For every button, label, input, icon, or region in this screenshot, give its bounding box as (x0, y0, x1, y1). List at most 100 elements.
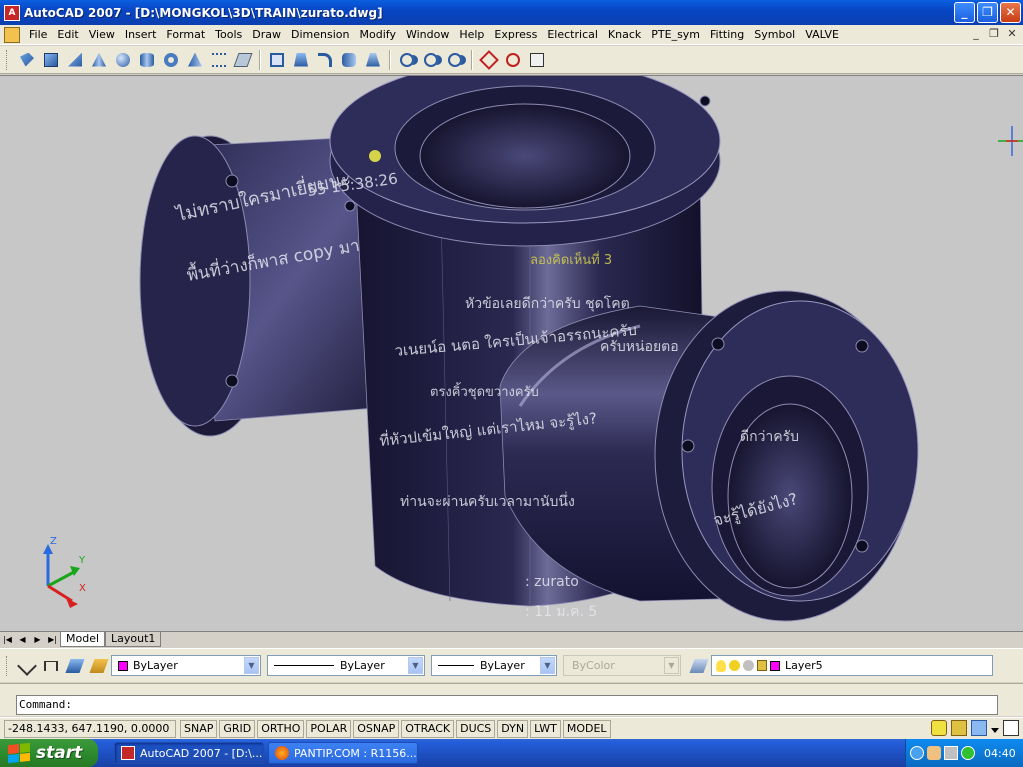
cylinder-icon[interactable] (136, 49, 158, 71)
model-toggle[interactable]: MODEL (562, 719, 611, 738)
menu-electrical[interactable]: Electrical (542, 25, 603, 45)
doc-close-button[interactable]: ✕ (1005, 27, 1019, 41)
polar-toggle[interactable]: POLAR (306, 719, 352, 738)
doc-minimize-button[interactable]: _ (969, 27, 983, 41)
layer-manager-icon[interactable] (688, 655, 710, 677)
wedge-icon[interactable] (64, 49, 86, 71)
menu-insert[interactable]: Insert (120, 25, 162, 45)
ducs-toggle[interactable]: DUCS (456, 719, 496, 738)
taskbar-item-autocad[interactable]: AutoCAD 2007 - [D:\... (114, 742, 264, 764)
task-label: AutoCAD 2007 - [D:\... (140, 746, 263, 760)
chevron-down-icon[interactable]: ▼ (540, 657, 555, 674)
annotation-icon[interactable] (971, 720, 987, 736)
extrude-icon[interactable] (266, 49, 288, 71)
menu-view[interactable]: View (84, 25, 120, 45)
loft-icon[interactable] (362, 49, 384, 71)
prev-tab-arrow[interactable]: ◀ (15, 633, 30, 647)
presspull-icon[interactable] (290, 49, 312, 71)
menu-help[interactable]: Help (454, 25, 489, 45)
chevron-down-icon[interactable] (991, 728, 999, 733)
menu-symbol[interactable]: Symbol (749, 25, 800, 45)
layers-icon[interactable] (88, 655, 110, 677)
grid-toggle[interactable]: GRID (219, 719, 256, 738)
autocad-app-icon[interactable]: A (4, 4, 20, 21)
pyramid-icon[interactable] (184, 49, 206, 71)
start-label: start (36, 743, 83, 763)
status-green-icon[interactable] (961, 746, 975, 760)
menu-modify[interactable]: Modify (355, 25, 401, 45)
layer-control[interactable]: Layer5 (711, 655, 993, 676)
menu-window[interactable]: Window (401, 25, 454, 45)
expand-tray-icon[interactable] (910, 746, 924, 760)
3d-move-icon[interactable] (478, 49, 500, 71)
menu-express[interactable]: Express (489, 25, 542, 45)
ortho-toggle[interactable]: ORTHO (257, 719, 305, 738)
document-icon[interactable] (4, 26, 20, 43)
tab-layout1[interactable]: Layout1 (105, 632, 162, 647)
snap-toggle[interactable]: SNAP (180, 719, 218, 738)
box-icon[interactable] (40, 49, 62, 71)
menu-pte-sym[interactable]: PTE_sym (646, 25, 705, 45)
menu-file[interactable]: File (24, 25, 52, 45)
minimize-button[interactable]: _ (954, 2, 975, 23)
toolbar-grip[interactable] (6, 655, 9, 676)
menu-tools[interactable]: Tools (210, 25, 247, 45)
layer-states-icon[interactable] (64, 655, 86, 677)
clean-screen-icon[interactable] (1003, 720, 1019, 736)
start-button[interactable]: start (0, 739, 98, 767)
menu-fitting[interactable]: Fitting (705, 25, 749, 45)
color-control[interactable]: ByLayer ▼ (111, 655, 261, 676)
3d-rotate-icon[interactable] (502, 49, 524, 71)
tab-model[interactable]: Model (60, 632, 106, 647)
otrack-toggle[interactable]: OTRACK (401, 719, 455, 738)
modeling-toolbar (0, 46, 1023, 74)
helix-icon[interactable] (208, 49, 230, 71)
next-tab-arrow[interactable]: ▶ (30, 633, 45, 647)
revolve-icon[interactable] (338, 49, 360, 71)
torus-icon[interactable] (160, 49, 182, 71)
polysolid-icon[interactable] (16, 49, 38, 71)
close-button[interactable]: ✕ (1000, 2, 1021, 23)
toolbar-separator (471, 49, 473, 70)
intersect-icon[interactable] (444, 49, 466, 71)
menu-format[interactable]: Format (161, 25, 210, 45)
osnap-toggle[interactable]: OSNAP (353, 719, 400, 738)
menu-edit[interactable]: Edit (52, 25, 83, 45)
network-icon[interactable] (944, 746, 958, 760)
hand-icon[interactable] (927, 746, 941, 760)
dyn-toggle[interactable]: DYN (497, 719, 529, 738)
planar-surface-icon[interactable] (232, 49, 254, 71)
restore-button[interactable]: ❐ (977, 2, 998, 23)
system-tray: 04:40 (905, 739, 1023, 767)
chevron-down-icon[interactable]: ▼ (244, 657, 259, 674)
union-icon[interactable] (396, 49, 418, 71)
menu-draw[interactable]: Draw (247, 25, 286, 45)
communication-center-icon[interactable] (931, 720, 947, 736)
linear-dimension-icon[interactable] (40, 655, 62, 677)
menu-knack[interactable]: Knack (603, 25, 646, 45)
lock-icon[interactable] (951, 720, 967, 736)
doc-restore-button[interactable]: ❐ (987, 27, 1001, 41)
command-input[interactable]: Command: (16, 695, 998, 715)
lineweight-control[interactable]: ByLayer ▼ (431, 655, 557, 676)
sphere-icon[interactable] (112, 49, 134, 71)
drawing-viewport[interactable]: ไม่ทราบใครมาเยี่ยมนะ พื้นที่ว่างก็พาส co… (0, 75, 1023, 631)
chevron-down-icon[interactable]: ▼ (408, 657, 423, 674)
lwt-toggle[interactable]: LWT (530, 719, 561, 738)
cone-icon[interactable] (88, 49, 110, 71)
dimension-icon[interactable] (16, 655, 38, 677)
toolbar-grip[interactable] (6, 49, 9, 70)
linetype-control[interactable]: ByLayer ▼ (267, 655, 425, 676)
last-tab-arrow[interactable]: ▶| (45, 633, 60, 647)
first-tab-arrow[interactable]: |◀ (0, 633, 15, 647)
menu-valve[interactable]: VALVE (800, 25, 844, 45)
coordinates-display[interactable]: -248.1433, 647.1190, 0.0000 (4, 719, 176, 738)
taskbar-item-firefox[interactable]: PANTIP.COM : R1156... (268, 742, 418, 764)
subtract-icon[interactable] (420, 49, 442, 71)
menu-dimension[interactable]: Dimension (286, 25, 354, 45)
3d-align-icon[interactable] (526, 49, 548, 71)
freeze-viewport-icon (743, 660, 754, 671)
layer-color-swatch (770, 660, 780, 671)
clock[interactable]: 04:40 (984, 747, 1016, 760)
sweep-icon[interactable] (314, 49, 336, 71)
